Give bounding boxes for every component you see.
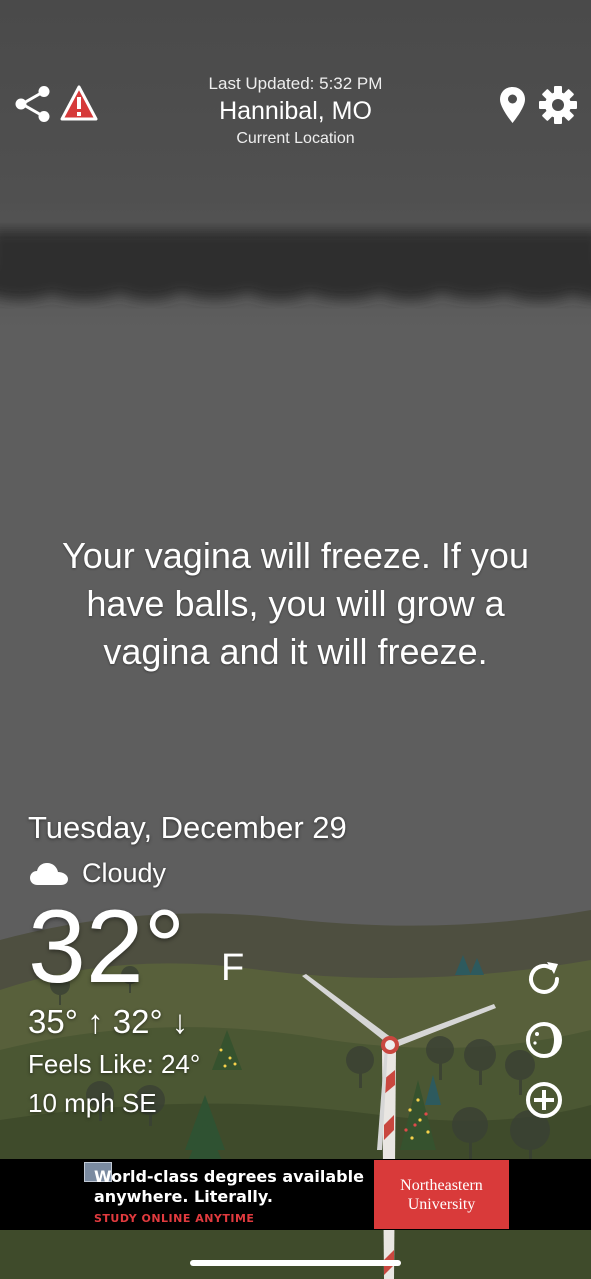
ad-banner[interactable]: World-class degrees available anywhere. … (0, 1159, 591, 1230)
weather-message: Your vagina will freeze. If you have bal… (62, 535, 529, 672)
condition-row: Cloudy (28, 858, 347, 889)
ad-brand-logo: Northeastern University (374, 1160, 509, 1229)
ad-brand-line2: University (407, 1195, 476, 1213)
condition-text: Cloudy (82, 858, 167, 888)
location-pin-icon[interactable] (499, 86, 526, 124)
wind-text: 10 mph SE (28, 1088, 157, 1118)
feels-like-text: Feels Like: 24° (28, 1049, 201, 1079)
moon-icon[interactable] (524, 1020, 564, 1060)
ad-cta: STUDY ONLINE ANYTIME (94, 1212, 255, 1225)
cloud-icon (30, 862, 68, 885)
current-location-label: Current Location (236, 130, 355, 147)
ad-headline-line2: anywhere. Literally. (94, 1187, 273, 1206)
date-label: Tuesday, December 29 (28, 810, 347, 845)
storm-clouds (0, 230, 591, 301)
home-indicator[interactable] (190, 1260, 401, 1266)
refresh-icon[interactable] (524, 959, 564, 999)
ad-text-block: World-class degrees available anywhere. … (94, 1167, 364, 1225)
current-weather-panel: Tuesday, December 29 Cloudy 32° F 35° ↑ … (28, 810, 347, 1119)
high-low-temperature: 35° ↑ 32° ↓ (28, 1003, 189, 1040)
temperature-row: 32° F (28, 893, 347, 1001)
gear-icon[interactable] (538, 85, 578, 125)
header-bar: Last Updated: 5:32 PM Hannibal, MO Curre… (0, 0, 591, 170)
temperature-unit[interactable]: F (221, 947, 244, 990)
plus-circle-icon[interactable] (524, 1080, 564, 1120)
ad-headline-line1: World-class degrees available (94, 1167, 364, 1186)
ad-brand-line1: Northeastern (400, 1176, 483, 1194)
current-temperature: 32° (28, 889, 186, 1005)
